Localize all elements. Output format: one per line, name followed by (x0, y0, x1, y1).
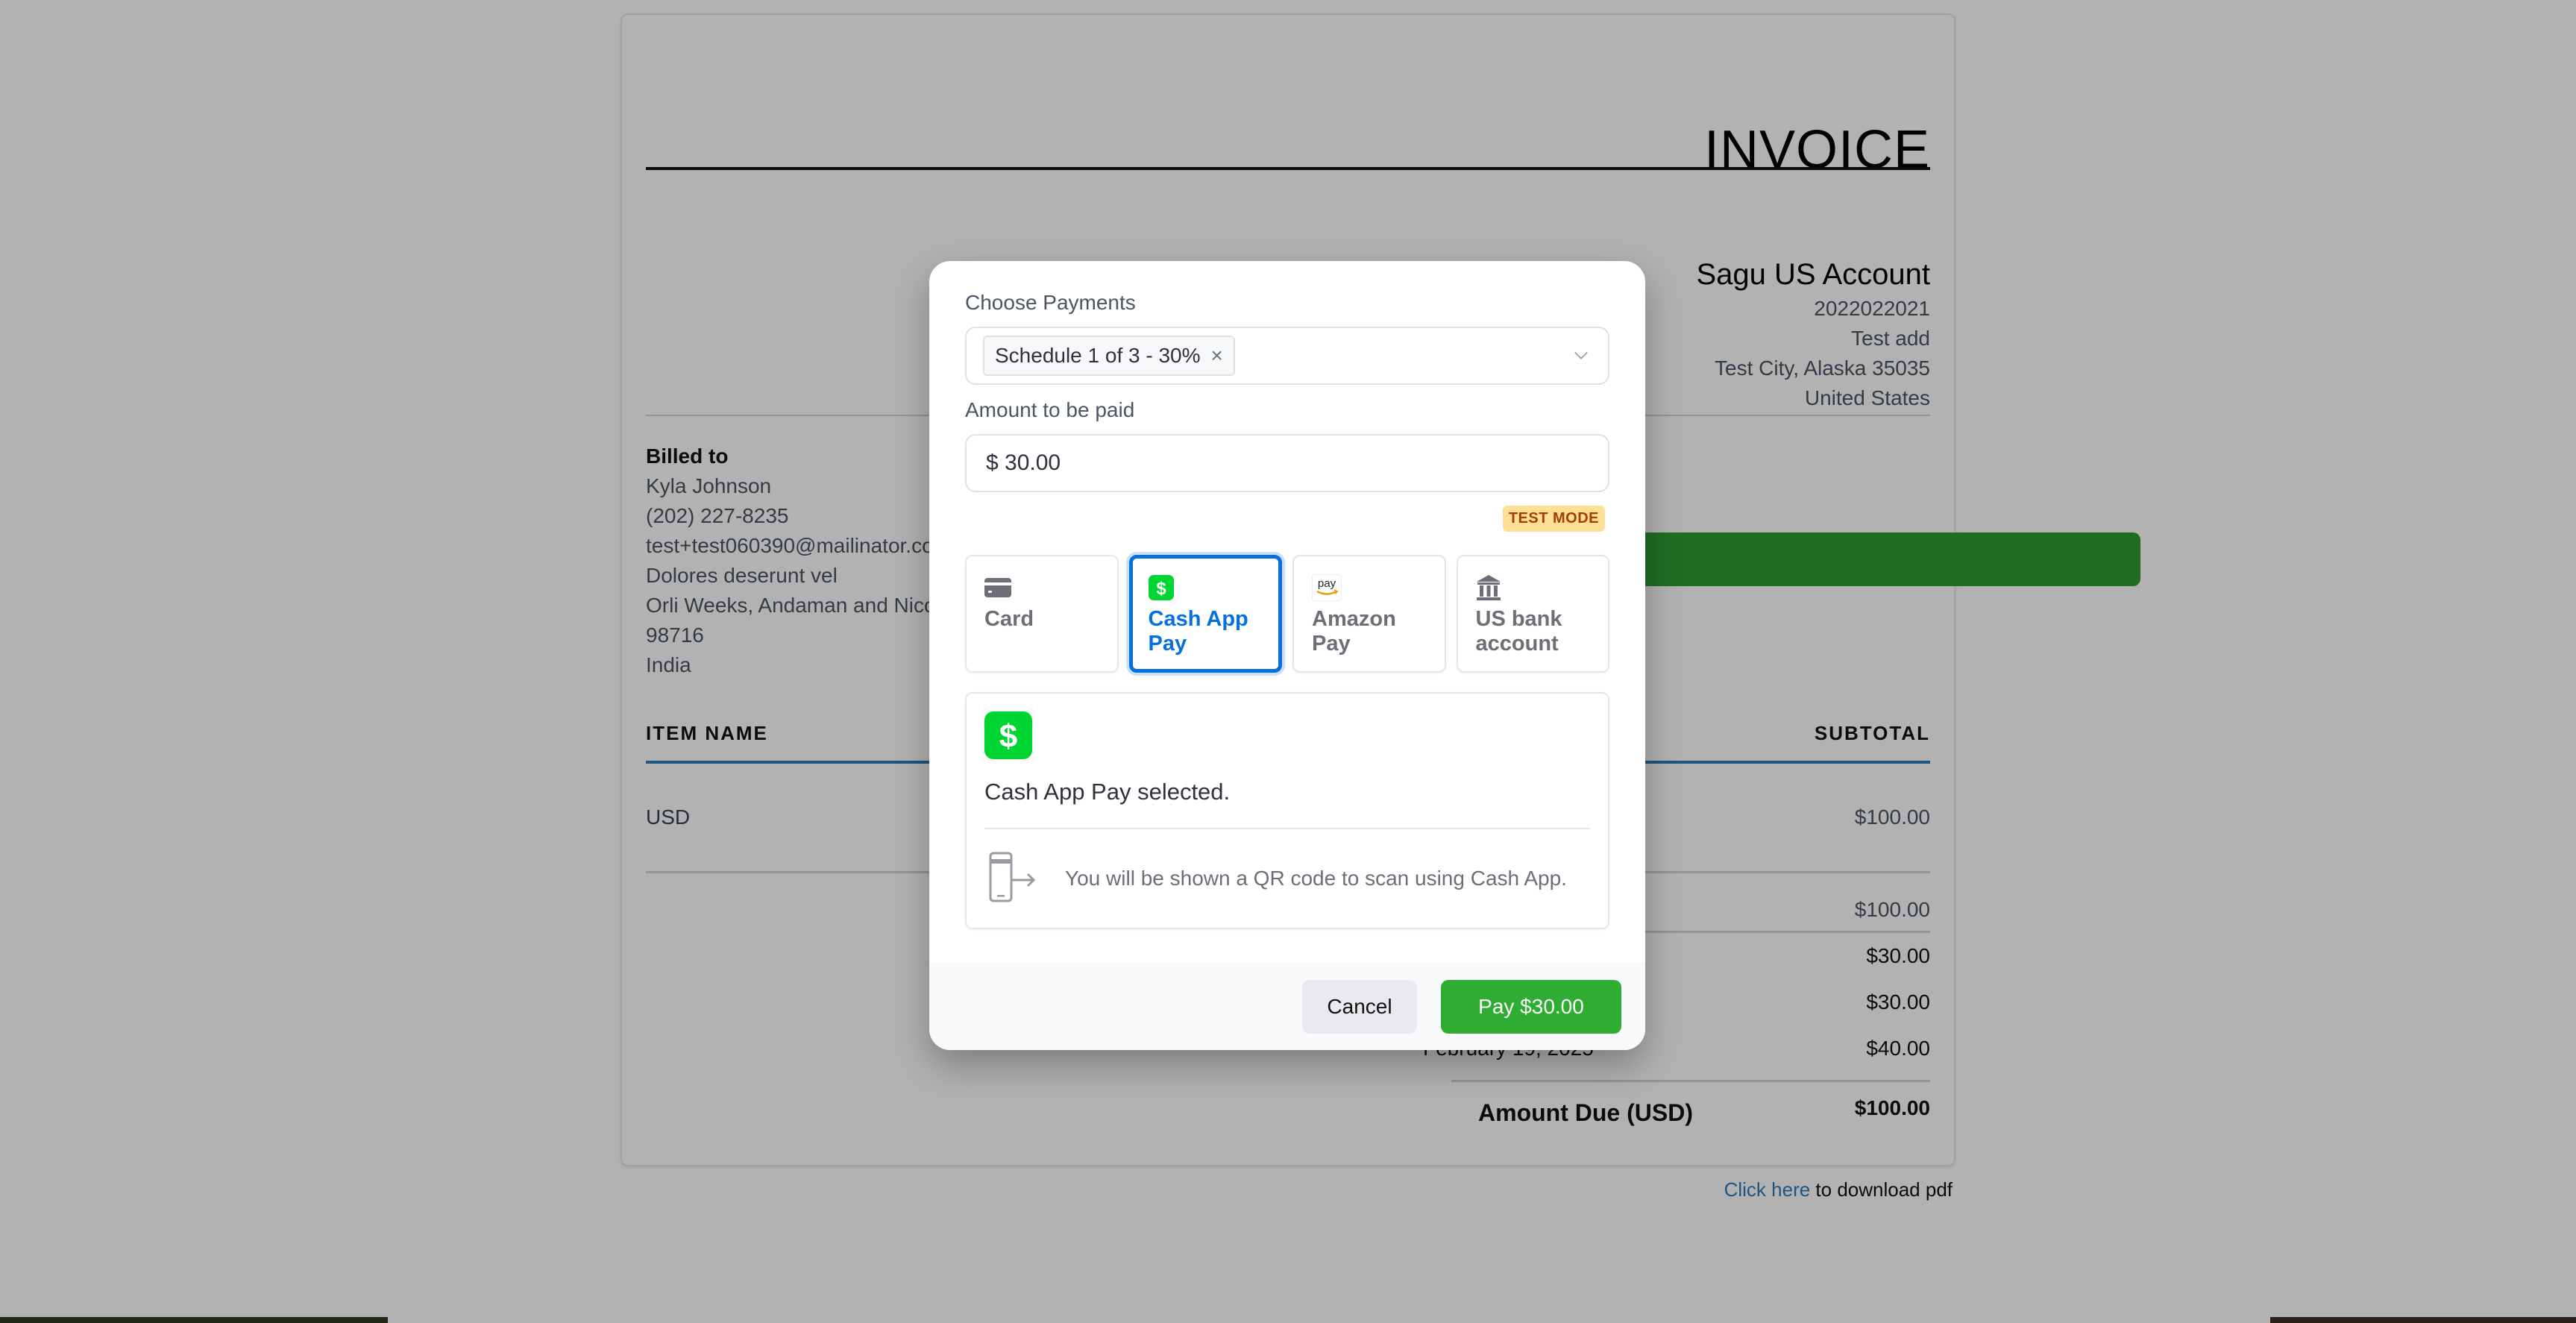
cash-app-selected-text: Cash App Pay selected. (984, 779, 1231, 805)
tab-label: Cash App Pay (1148, 607, 1248, 656)
test-mode-badge: TEST MODE (1502, 506, 1605, 532)
pay-button[interactable]: Pay $30.00 (1441, 980, 1621, 1034)
svg-text:pay: pay (1318, 577, 1336, 590)
tab-card[interactable]: Card (965, 555, 1119, 673)
tab-cash-app-pay[interactable]: $ Cash App Pay (1128, 555, 1282, 673)
divider (984, 828, 1590, 829)
chevron-down-icon[interactable] (1571, 345, 1592, 365)
cancel-button[interactable]: Cancel (1302, 980, 1417, 1034)
tab-amazon-pay[interactable]: pay Amazon Pay (1292, 555, 1446, 673)
payment-modal: Choose Payments Schedule 1 of 3 - 30% × … (929, 261, 1645, 1050)
cash-app-icon: $ (1148, 575, 1174, 600)
svg-text:$: $ (1156, 579, 1166, 599)
payment-method-tabs: Card $ Cash App Pay pay Amazon Pay US ba… (965, 555, 1609, 673)
credit-card-icon (984, 578, 1011, 597)
svg-text:$: $ (999, 718, 1017, 755)
tab-us-bank-account[interactable]: US bank account (1456, 555, 1609, 673)
amount-input[interactable]: $ 30.00 (965, 434, 1609, 492)
tab-label: Card (984, 607, 1034, 631)
qr-info-text: You will be shown a QR code to scan usin… (1065, 867, 1567, 890)
tab-label: US bank account (1475, 607, 1562, 656)
selected-schedule-chip: Schedule 1 of 3 - 30% × (983, 336, 1235, 376)
cash-app-panel: $ Cash App Pay selected. You will be sho… (965, 692, 1609, 929)
chip-label: Schedule 1 of 3 - 30% (995, 344, 1201, 367)
phone-redirect-icon (989, 852, 1036, 902)
bank-icon (1476, 575, 1501, 600)
payment-schedule-select[interactable]: Schedule 1 of 3 - 30% × (965, 327, 1609, 385)
tab-label: Amazon Pay (1312, 607, 1396, 656)
amazon-pay-icon: pay (1312, 574, 1342, 601)
modal-footer: Cancel Pay $30.00 (929, 962, 1645, 1050)
remove-chip-icon[interactable]: × (1211, 344, 1223, 368)
choose-payments-label: Choose Payments (965, 291, 1136, 314)
amount-label: Amount to be paid (965, 398, 1135, 421)
cash-app-icon: $ (984, 711, 1032, 759)
